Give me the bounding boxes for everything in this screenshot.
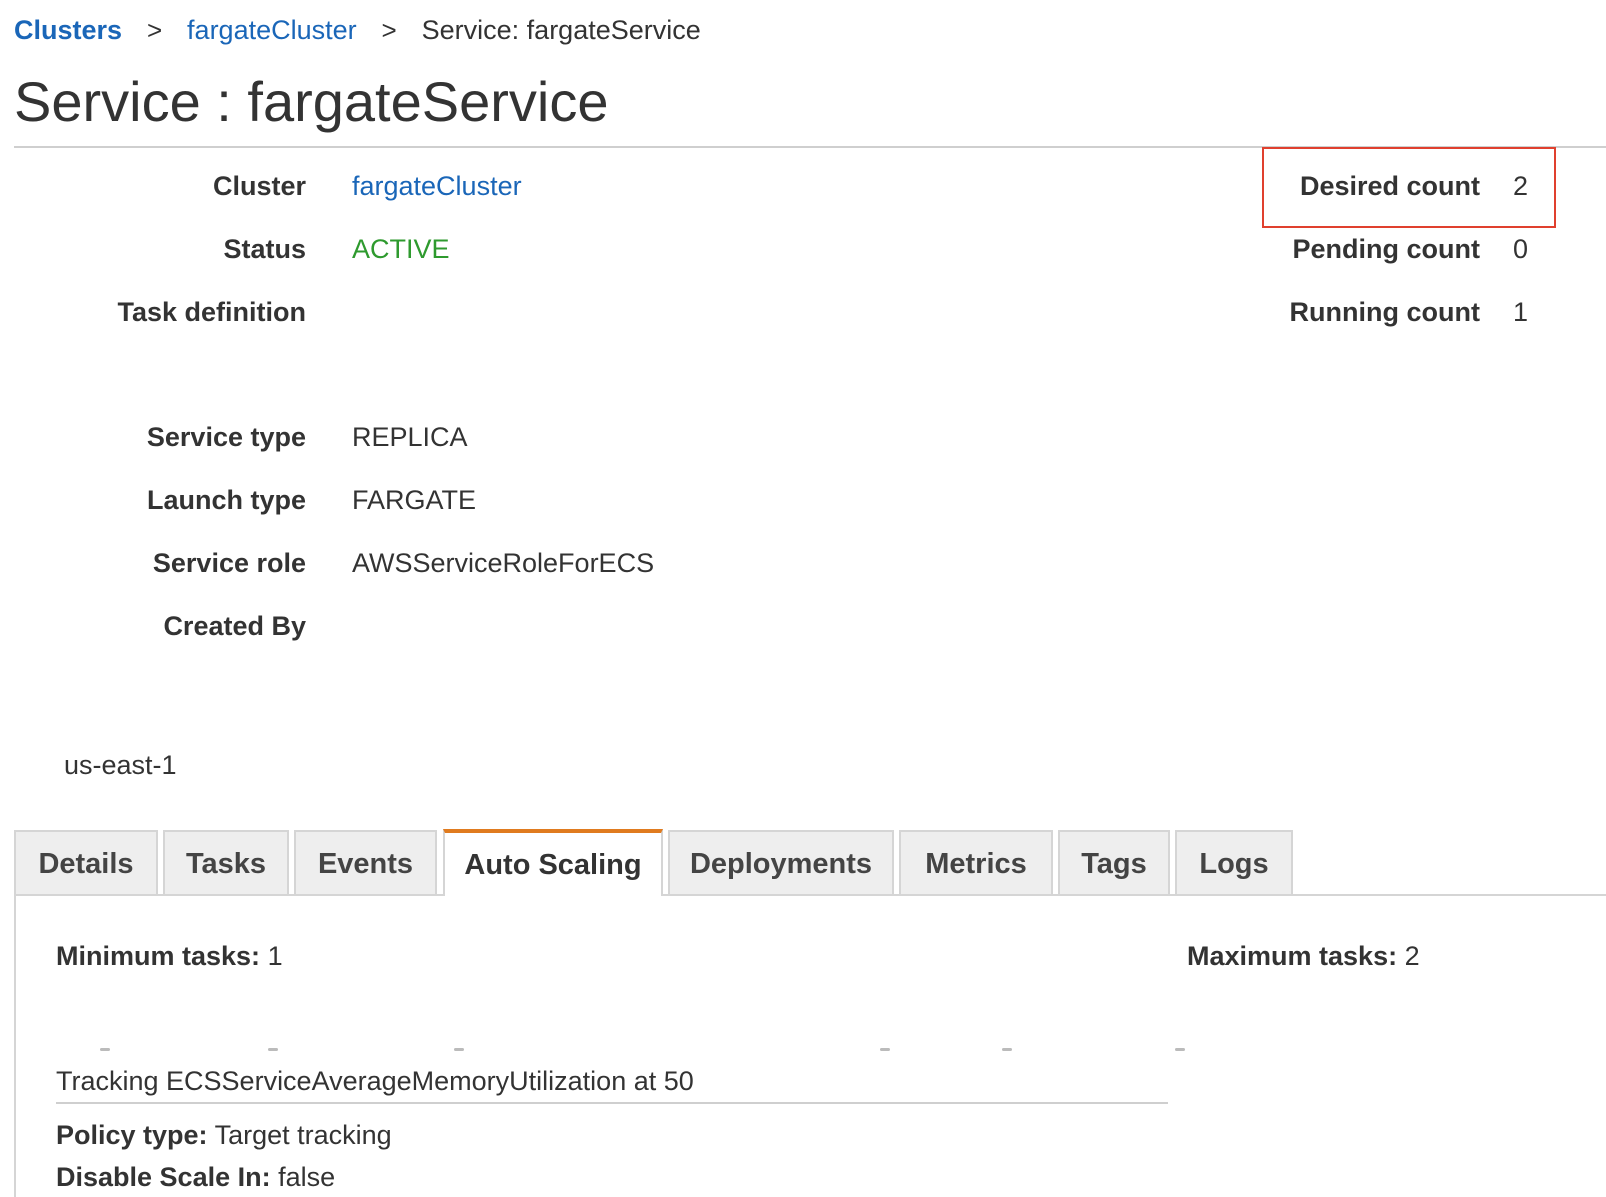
tab-details[interactable]: Details	[14, 830, 158, 894]
redaction-mark	[454, 1048, 464, 1051]
breadcrumb-separator-icon: >	[146, 14, 163, 45]
status-label: Status	[223, 234, 306, 264]
maximum-tasks: Maximum tasks: 2	[1187, 941, 1420, 972]
service-type-label: Service type	[146, 422, 306, 452]
breadcrumb: Clusters > fargateCluster > Service: far…	[14, 10, 701, 50]
ecs-service-page: Clusters > fargateCluster > Service: far…	[0, 0, 1606, 1197]
redaction-mark	[268, 1048, 278, 1051]
created-by-label: Created By	[163, 611, 306, 641]
pending-count-value: 0	[1513, 234, 1529, 264]
redaction-mark	[1175, 1048, 1185, 1051]
redaction-marks	[100, 1048, 1260, 1054]
status-value: ACTIVE	[352, 234, 450, 264]
tab-events[interactable]: Events	[294, 830, 437, 894]
tab-auto-scaling[interactable]: Auto Scaling	[443, 829, 663, 896]
tab-tasks[interactable]: Tasks	[163, 830, 289, 894]
breadcrumb-cluster-link[interactable]: fargateCluster	[187, 15, 357, 46]
tab-tags[interactable]: Tags	[1058, 830, 1170, 894]
region-value: us-east-1	[64, 750, 177, 780]
cluster-label: Cluster	[212, 171, 306, 201]
maximum-tasks-label: Maximum tasks:	[1187, 941, 1398, 971]
launch-type-value: FARGATE	[352, 485, 477, 515]
tab-deployments[interactable]: Deployments	[668, 830, 894, 894]
service-type-value: REPLICA	[352, 422, 468, 452]
launch-type-label: Launch type	[146, 485, 306, 515]
redaction-mark	[1002, 1048, 1012, 1051]
breadcrumb-clusters-link[interactable]: Clusters	[14, 15, 122, 46]
maximum-tasks-value: 2	[1404, 941, 1420, 971]
minimum-tasks-label: Minimum tasks:	[56, 941, 261, 971]
task-definition-label: Task definition	[117, 297, 306, 327]
running-count-label: Running count	[1289, 297, 1480, 327]
disable-scale-in-value: false	[278, 1162, 336, 1192]
minimum-tasks: Minimum tasks: 1	[56, 941, 283, 972]
policy-type: Policy type: Target tracking	[56, 1120, 392, 1151]
redaction-mark	[880, 1048, 890, 1051]
redaction-mark	[100, 1048, 110, 1051]
service-role-value: AWSServiceRoleForECS	[352, 548, 655, 578]
service-role-label: Service role	[152, 548, 306, 578]
desired-count-label: Desired count	[1299, 171, 1480, 201]
disable-scale-in-label: Disable Scale In:	[56, 1162, 271, 1192]
panel-border	[14, 894, 16, 1197]
page-title: Service : fargateService	[14, 70, 609, 133]
policy-type-value: Target tracking	[214, 1120, 392, 1150]
desired-count-value: 2	[1513, 171, 1529, 201]
tab-logs[interactable]: Logs	[1175, 830, 1293, 894]
policy-divider	[56, 1102, 1168, 1104]
disable-scale-in: Disable Scale In: false	[56, 1162, 335, 1193]
policy-type-label: Policy type:	[56, 1120, 208, 1150]
scaling-policy-name: Tracking ECSServiceAverageMemoryUtilizat…	[56, 1066, 694, 1096]
breadcrumb-current: Service: fargateService	[421, 14, 701, 45]
tab-metrics[interactable]: Metrics	[899, 830, 1053, 894]
running-count-value: 1	[1513, 297, 1529, 327]
minimum-tasks-value: 1	[267, 941, 283, 971]
cluster-link[interactable]: fargateCluster	[352, 171, 522, 202]
pending-count-label: Pending count	[1292, 234, 1480, 264]
breadcrumb-separator-icon: >	[381, 14, 397, 45]
